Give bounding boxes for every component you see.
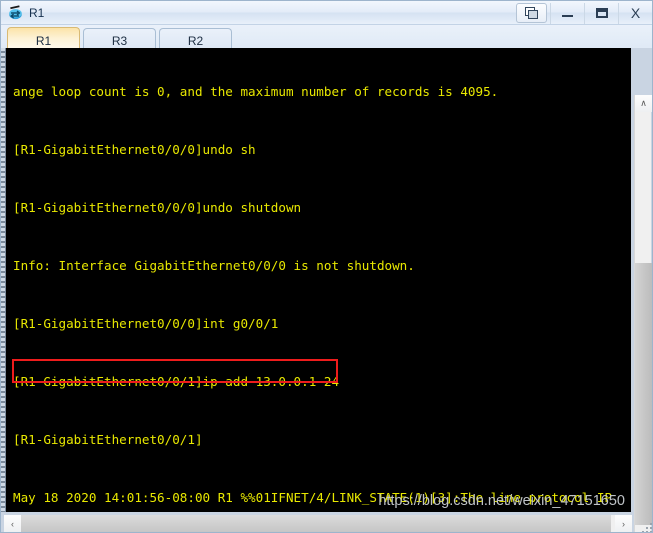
tab-label: R1 [35, 33, 52, 48]
terminal-line: [R1-GigabitEthernet0/0/0]undo shutdown [13, 199, 302, 215]
restore-window-button[interactable] [516, 3, 547, 23]
tab-label: R2 [187, 34, 204, 48]
watermark-text: https://blog.csdn.net/weixin_47151650 [378, 493, 625, 509]
terminal-line: Info: Interface GigabitEthernet0/0/0 is … [13, 257, 415, 273]
terminal-line: [R1-GigabitEthernet0/0/0]int g0/0/1 [13, 315, 279, 331]
chevron-left-icon: ‹ [11, 518, 14, 529]
terminal-line: [R1-GigabitEthernet0/0/1] [13, 431, 203, 447]
window-title: R1 [29, 6, 45, 20]
close-button[interactable]: X [618, 2, 652, 24]
console-frame: ange loop count is 0, and the maximum nu… [1, 48, 652, 532]
maximize-icon [595, 8, 608, 18]
terminal-output-area[interactable]: ange loop count is 0, and the maximum nu… [5, 48, 631, 512]
scroll-left-button[interactable]: ‹ [4, 515, 21, 532]
scroll-right-button[interactable]: › [615, 515, 632, 532]
terminal-line: [R1-GigabitEthernet0/0/1]ip add 13.0.0.1… [13, 373, 340, 389]
router-icon [7, 5, 24, 21]
window-controls: X [516, 2, 652, 24]
resize-grip[interactable] [639, 520, 652, 532]
chevron-right-icon: › [622, 518, 625, 529]
tab-label: R3 [111, 34, 128, 48]
title-bar: R1 X [1, 1, 652, 25]
terminal-line: [R1-GigabitEthernet0/0/0]undo sh [13, 141, 256, 157]
terminal-text: ange loop count is 0, and the maximum nu… [13, 48, 631, 512]
terminal-line: ange loop count is 0, and the maximum nu… [13, 83, 499, 99]
vertical-scrollbar-thumb[interactable] [635, 263, 652, 525]
restore-icon [524, 7, 539, 19]
scroll-up-button[interactable]: ∧ [635, 95, 652, 112]
horizontal-scrollbar-thumb[interactable] [21, 515, 611, 532]
router-cli-window: R1 X R1 R3 R2 ange loop count is 0, and … [0, 0, 653, 533]
chevron-up-icon: ∧ [640, 98, 647, 108]
vertical-scrollbar[interactable]: ∧ ∨ [634, 95, 652, 532]
title-bar-left: R1 [7, 3, 44, 23]
horizontal-scrollbar[interactable]: ‹ › [4, 515, 632, 532]
maximize-button[interactable] [584, 2, 618, 24]
close-icon: X [630, 5, 641, 21]
minimize-icon [562, 15, 573, 17]
minimize-button[interactable] [550, 2, 584, 24]
